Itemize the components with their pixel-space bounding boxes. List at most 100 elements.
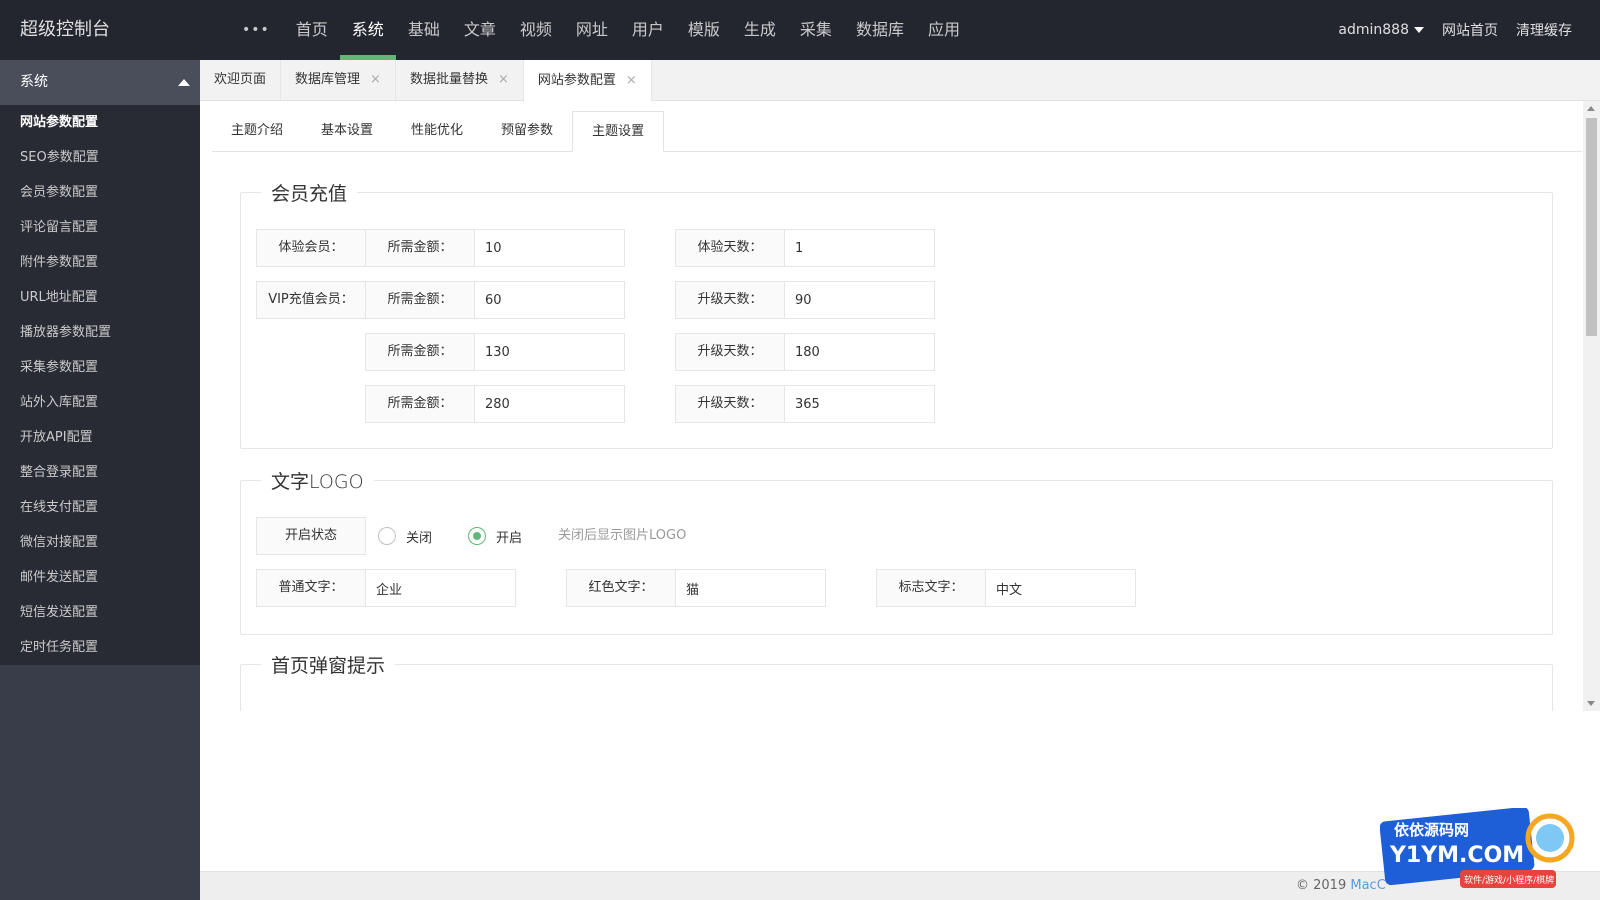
sidebar-item-api[interactable]: 开放API配置 — [0, 420, 200, 455]
tab-welcome[interactable]: 欢迎页面 — [200, 60, 282, 100]
site-home-link[interactable]: 网站首页 — [1442, 20, 1498, 40]
sidebar-item-member[interactable]: 会员参数配置 — [0, 175, 200, 210]
sidebar-section-system[interactable]: 系统 — [0, 60, 200, 105]
amount-label: 所需金额： — [365, 385, 475, 423]
clear-cache-link[interactable]: 清理缓存 — [1516, 20, 1572, 40]
vip-member-label: VIP充值会员： — [256, 281, 366, 319]
radio-circle — [378, 527, 396, 545]
upgrade-days-label: 升级天数： — [675, 281, 785, 319]
sidebar-item-cron[interactable]: 定时任务配置 — [0, 630, 200, 665]
nav-item-user[interactable]: 用户 — [620, 0, 676, 60]
amount-label: 所需金额： — [365, 333, 475, 371]
nav-item-database[interactable]: 数据库 — [844, 0, 916, 60]
sidebar: 系统 网站参数配置 SEO参数配置 会员参数配置 评论留言配置 附件参数配置 U… — [0, 60, 200, 900]
logo-hint: 关闭后显示图片LOGO — [558, 528, 687, 543]
subtab-performance[interactable]: 性能优化 — [392, 111, 482, 151]
top-header: 超级控制台 ••• 首页 系统 基础 文章 视频 网址 用户 模版 生成 采集 … — [0, 0, 1600, 60]
sidebar-item-login[interactable]: 整合登录配置 — [0, 455, 200, 490]
nav-item-system[interactable]: 系统 — [339, 0, 396, 60]
app-logo[interactable]: 超级控制台 — [20, 0, 110, 60]
close-icon[interactable]: × — [626, 61, 637, 101]
vip-amount-input-3[interactable] — [475, 385, 625, 423]
mark-text-label: 标志文字： — [876, 569, 986, 607]
nav-item-apps[interactable]: 应用 — [916, 0, 972, 60]
username: admin888 — [1338, 22, 1409, 38]
subtab-reserved[interactable]: 预留参数 — [482, 111, 572, 151]
sidebar-item-sms[interactable]: 短信发送配置 — [0, 595, 200, 630]
vip-row-2: 所需金额： 升级天数： — [256, 333, 935, 371]
sidebar-item-attachment[interactable]: 附件参数配置 — [0, 245, 200, 280]
text-logo-legend: 文字LOGO — [271, 471, 364, 493]
radio-on[interactable]: 开启 — [468, 527, 522, 546]
logo-status-row: 开启状态 关闭 开启 关闭后显示图片LOGO — [256, 517, 686, 555]
tab-batch-replace[interactable]: 数据批量替换 × — [396, 60, 524, 100]
nav-item-generate[interactable]: 生成 — [732, 0, 788, 60]
close-icon[interactable]: × — [370, 60, 381, 100]
subtab-theme-intro[interactable]: 主题介绍 — [212, 111, 302, 151]
trial-days-label: 体验天数： — [675, 229, 785, 267]
tab-label: 网站参数配置 — [537, 72, 616, 88]
caret-up-icon — [178, 79, 190, 86]
sidebar-item-email[interactable]: 邮件发送配置 — [0, 560, 200, 595]
nav-more-icon[interactable]: ••• — [228, 0, 284, 60]
tab-site-config[interactable]: 网站参数配置 × — [523, 60, 652, 101]
nav-item-video[interactable]: 视频 — [508, 0, 564, 60]
top-right-menu: admin888 网站首页 清理缓存 — [1320, 0, 1572, 60]
normal-text-label: 普通文字： — [256, 569, 366, 607]
subtab-basic[interactable]: 基本设置 — [302, 111, 392, 151]
close-icon[interactable]: × — [498, 60, 509, 100]
content-scrollbar[interactable] — [1583, 101, 1600, 711]
sidebar-item-seo[interactable]: SEO参数配置 — [0, 140, 200, 175]
radio-off[interactable]: 关闭 — [378, 527, 432, 546]
nav-item-template[interactable]: 模版 — [676, 0, 732, 60]
trial-amount-input[interactable] — [475, 229, 625, 267]
scroll-up-icon[interactable] — [1587, 106, 1595, 111]
vip-amount-input-2[interactable] — [475, 333, 625, 371]
sidebar-item-player[interactable]: 播放器参数配置 — [0, 315, 200, 350]
sidebar-item-site-config[interactable]: 网站参数配置 — [0, 105, 200, 140]
tab-label: 数据批量替换 — [409, 72, 488, 87]
trial-row: 体验会员： 所需金额： 体验天数： — [256, 229, 935, 267]
config-subtabs: 主题介绍 基本设置 性能优化 预留参数 主题设置 — [212, 111, 1582, 152]
sidebar-item-import[interactable]: 站外入库配置 — [0, 385, 200, 420]
sidebar-item-payment[interactable]: 在线支付配置 — [0, 490, 200, 525]
vip-days-input-1[interactable] — [785, 281, 935, 319]
radio-on-label: 开启 — [496, 530, 523, 546]
vip-row-1: VIP充值会员： 所需金额： 升级天数： — [256, 281, 935, 319]
nav-item-article[interactable]: 文章 — [452, 0, 508, 60]
red-text-input[interactable] — [676, 569, 826, 607]
sidebar-item-wechat[interactable]: 微信对接配置 — [0, 525, 200, 560]
copyright-text: © 2019 — [1296, 878, 1351, 893]
vip-days-input-2[interactable] — [785, 333, 935, 371]
caret-down-icon — [1414, 27, 1424, 33]
tab-database[interactable]: 数据库管理 × — [281, 60, 396, 100]
sidebar-item-collect[interactable]: 采集参数配置 — [0, 350, 200, 385]
nav-item-basic[interactable]: 基础 — [396, 0, 452, 60]
normal-text-input[interactable] — [366, 569, 516, 607]
sidebar-section-label: 系统 — [20, 74, 48, 90]
subtab-theme-settings[interactable]: 主题设置 — [572, 111, 665, 152]
top-nav: ••• 首页 系统 基础 文章 视频 网址 用户 模版 生成 采集 数据库 应用 — [228, 0, 972, 60]
upgrade-days-label: 升级天数： — [675, 385, 785, 423]
watermark-line2: Y1YM.COM — [1389, 843, 1524, 868]
trial-days-input[interactable] — [785, 229, 935, 267]
popup-section: 首页弹窗提示 — [240, 651, 1553, 711]
scroll-down-icon[interactable] — [1587, 701, 1595, 706]
vip-days-input-3[interactable] — [785, 385, 935, 423]
sidebar-item-url[interactable]: URL地址配置 — [0, 280, 200, 315]
nav-item-collect[interactable]: 采集 — [788, 0, 844, 60]
trial-member-label: 体验会员： — [256, 229, 366, 267]
scroll-thumb[interactable] — [1586, 118, 1597, 336]
red-text-label: 红色文字： — [566, 569, 676, 607]
mark-text-input[interactable] — [986, 569, 1136, 607]
sidebar-item-comment[interactable]: 评论留言配置 — [0, 210, 200, 245]
nav-item-url[interactable]: 网址 — [564, 0, 620, 60]
watermark-line3: 软件/游戏/小程序/棋牌 — [1464, 874, 1554, 886]
nav-item-home[interactable]: 首页 — [284, 0, 340, 60]
member-recharge-legend: 会员充值 — [271, 183, 348, 205]
tab-label: 数据库管理 — [295, 72, 361, 87]
user-menu[interactable]: admin888 — [1338, 22, 1424, 38]
radio-circle-checked — [468, 527, 487, 545]
vip-amount-input-1[interactable] — [475, 281, 625, 319]
watermark-logo: 依依源码网 Y1YM.COM 软件/游戏/小程序/棋牌 — [1380, 808, 1575, 888]
